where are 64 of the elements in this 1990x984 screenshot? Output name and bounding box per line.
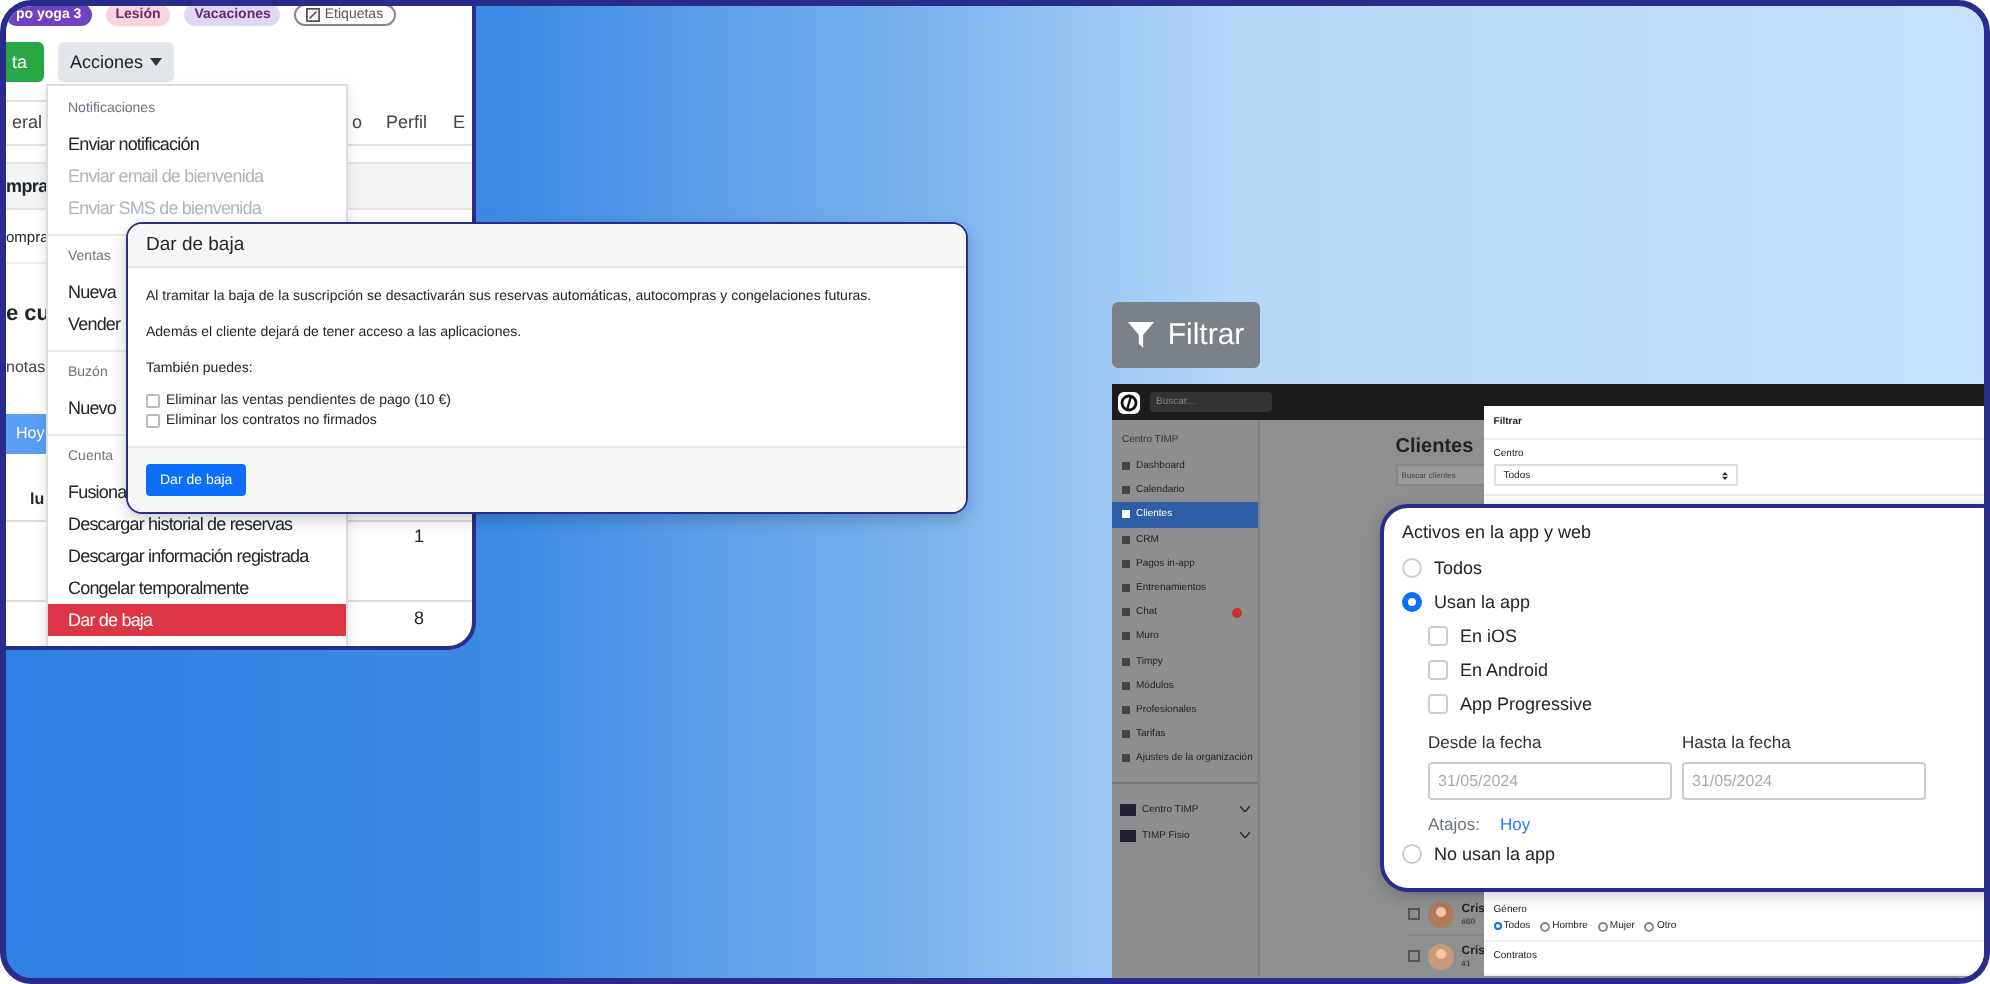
square-icon xyxy=(1122,559,1130,568)
radio-label: Usan la app xyxy=(1434,591,1531,611)
shortcuts-label: Atajos: xyxy=(1428,813,1480,833)
square-icon xyxy=(1122,608,1130,617)
chevron-icon xyxy=(1239,806,1250,813)
date-field[interactable]: 31/05/2024 xyxy=(1428,762,1672,800)
radio-button[interactable] xyxy=(1402,557,1422,577)
today-link[interactable]: Hoy xyxy=(1500,813,1531,833)
tab[interactable]: E xyxy=(447,100,472,144)
caret-icon xyxy=(1721,471,1728,479)
radio-button[interactable] xyxy=(1493,922,1502,930)
column-header: lu xyxy=(30,489,45,507)
radio-button[interactable] xyxy=(1402,591,1422,611)
radio-button[interactable] xyxy=(1402,843,1422,863)
avatar-icon xyxy=(1427,943,1454,969)
square-icon xyxy=(1122,510,1130,519)
filter-button[interactable]: Filtrar xyxy=(1112,302,1260,368)
modal-title: Dar de baja xyxy=(146,234,245,256)
field-label: Desde la fecha xyxy=(1428,732,1544,752)
tab[interactable]: o xyxy=(346,100,371,144)
notes-label: notas xyxy=(6,357,46,375)
square-icon xyxy=(1122,632,1130,641)
menu-item[interactable]: Enviar notificación xyxy=(48,128,219,160)
page-title: Clientes xyxy=(1395,436,1476,458)
checkbox-label: En Android xyxy=(1460,659,1549,679)
caret-icon xyxy=(149,58,162,66)
square-icon xyxy=(1122,754,1130,763)
menu-item[interactable]: Congelar temporalmente xyxy=(48,572,269,604)
square-icon xyxy=(1122,535,1130,544)
radio-label: Todos xyxy=(1434,557,1483,577)
table-cell: 8 xyxy=(413,608,424,628)
logo-icon xyxy=(1118,391,1140,413)
table-cell: 1 xyxy=(413,526,424,546)
funnel-icon xyxy=(1127,322,1154,348)
radio-button[interactable] xyxy=(1597,921,1608,931)
radio-button[interactable] xyxy=(1540,921,1551,931)
actions-button[interactable]: Acciones xyxy=(58,42,174,82)
square-icon xyxy=(1122,730,1130,739)
checkbox-label: App Progressive xyxy=(1460,693,1593,713)
primary-button[interactable]: ta xyxy=(6,42,44,82)
menu-item[interactable]: Dar de baja xyxy=(48,604,346,636)
menu-item[interactable]: Descargar información registrada xyxy=(48,540,329,572)
square-icon xyxy=(1122,584,1130,593)
square-icon xyxy=(1122,486,1130,495)
square-icon xyxy=(1122,657,1130,666)
popup-title: Activos en la app y web xyxy=(1402,520,1594,546)
field-label: Hasta la fecha xyxy=(1682,732,1793,752)
checkbox-label: En iOS xyxy=(1460,625,1518,645)
avatar-icon xyxy=(1427,901,1454,927)
chevron-icon xyxy=(1239,832,1250,839)
date-field[interactable]: 31/05/2024 xyxy=(1682,762,1926,800)
checkbox[interactable] xyxy=(1407,908,1420,920)
square-icon xyxy=(1122,705,1130,714)
section-title: mpra xyxy=(6,176,48,196)
square-icon xyxy=(1122,462,1130,471)
checkbox[interactable] xyxy=(1407,950,1420,962)
checkbox[interactable] xyxy=(146,394,160,408)
tab[interactable]: Perfil xyxy=(380,100,436,144)
checkbox[interactable] xyxy=(146,414,160,428)
edit-icon xyxy=(306,7,321,21)
radio-label: No usan la app xyxy=(1434,843,1556,863)
radio-button[interactable] xyxy=(1644,921,1655,931)
menu-item[interactable]: Descargar historial de reservas xyxy=(48,508,313,540)
square-icon xyxy=(1122,681,1130,690)
